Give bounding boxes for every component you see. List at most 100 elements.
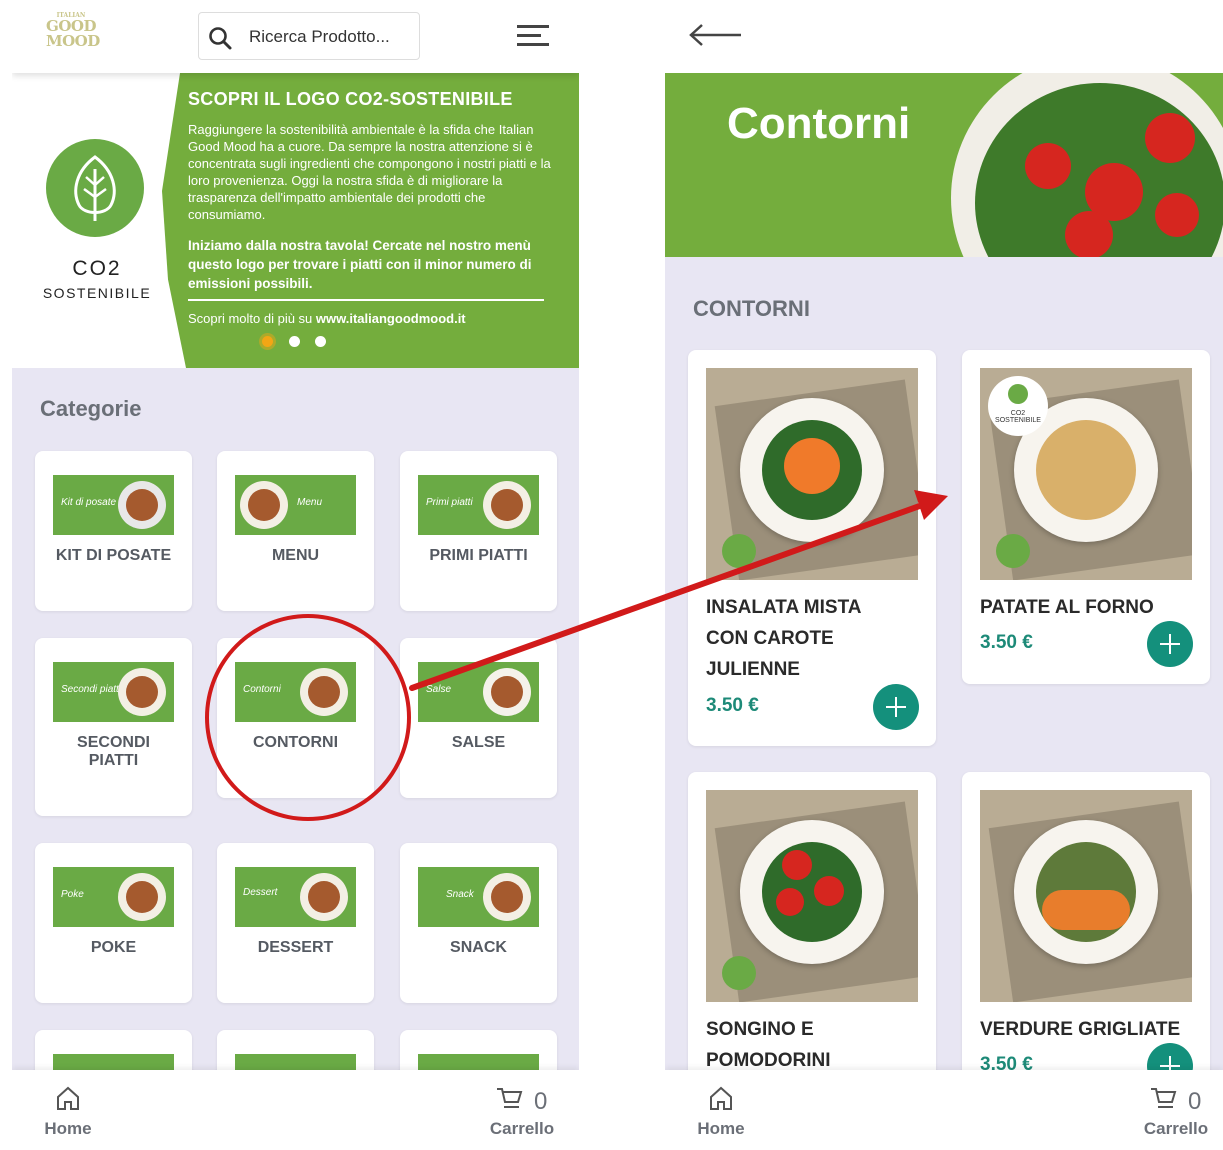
product-image	[706, 790, 918, 1002]
search-input[interactable]	[249, 25, 414, 49]
carousel-dot-2[interactable]	[289, 336, 300, 347]
category-thumbnail: Contorni	[235, 662, 356, 722]
add-to-cart-button[interactable]	[1147, 621, 1193, 667]
add-to-cart-button[interactable]	[873, 684, 919, 730]
nav-cart-label: Carrello	[489, 1119, 555, 1138]
product-image-food	[762, 842, 862, 942]
thumbnail-image	[300, 668, 348, 716]
category-thumbnail: Snack	[418, 867, 539, 927]
category-label: DESSERT	[257, 939, 334, 956]
brand-logo[interactable]: ITALIAN GOOD MOOD	[46, 12, 100, 58]
thumbnail-text: Menu	[297, 497, 323, 508]
category-hero-banner: Contorni	[665, 73, 1223, 257]
co2-sustainable-badge: CO2 SOSTENIBILE	[988, 376, 1048, 436]
leaf-badge	[46, 139, 144, 237]
category-contorni[interactable]: Contorni CONTORNI	[217, 638, 374, 798]
product-image-carrots	[784, 438, 840, 494]
tomato	[782, 850, 812, 880]
nav-cart-label: Carrello	[1143, 1119, 1209, 1138]
thumbnail-image	[483, 668, 531, 716]
carousel-dot-3[interactable]	[315, 336, 326, 347]
category-kit-di-posate[interactable]: Kit di posate KIT DI POSATE	[35, 451, 192, 611]
category-label: MENU	[271, 547, 320, 564]
product-image: CO2 SOSTENIBILE	[980, 368, 1192, 580]
bottom-nav: Home Carrello 0	[665, 1070, 1223, 1150]
product-image	[706, 368, 918, 580]
category-secondi-piatti[interactable]: Secondi piatti SECONDI PIATTI	[35, 638, 192, 816]
back-arrow-icon[interactable]	[687, 20, 743, 50]
product-image-peppers	[1042, 890, 1130, 930]
category-thumbnail: Primi piatti	[418, 475, 539, 535]
thumbnail-text: Dessert	[243, 887, 278, 898]
category-label: POKE	[90, 939, 137, 956]
brand-badge	[996, 534, 1030, 568]
category-label: SNACK	[450, 939, 507, 956]
category-dessert[interactable]: Dessert DESSERT	[217, 843, 374, 1003]
product-price: 3.50 €	[706, 695, 759, 716]
tomato	[814, 876, 844, 906]
thumbnail-text: Primi piatti	[426, 497, 473, 508]
category-thumbnail: Salse	[418, 662, 539, 722]
thumbnail-text: Poke	[61, 889, 84, 900]
thumbnail-image	[483, 873, 531, 921]
product-image-food	[1036, 420, 1136, 520]
cart-count: 0	[534, 1088, 548, 1115]
category-menu[interactable]: Menu MENU	[217, 451, 374, 611]
product-card-insalata-mista[interactable]: INSALATA MISTA CON CAROTE JULIENNE 3.50 …	[688, 350, 936, 746]
category-thumbnail: Poke	[53, 867, 174, 927]
brand-badge	[722, 956, 756, 990]
product-card-patate-al-forno[interactable]: CO2 SOSTENIBILE PATATE AL FORNO 3.50 €	[962, 350, 1210, 684]
product-price: 3.50 €	[980, 632, 1033, 653]
hero-tomato	[1025, 143, 1071, 189]
nav-home-label: Home	[44, 1119, 92, 1138]
banner-footer-prefix: Scopri molto di più su	[188, 311, 313, 326]
category-salse[interactable]: Salse SALSE	[400, 638, 557, 798]
cart-count: 0	[1188, 1088, 1202, 1115]
thumbnail-image	[300, 873, 348, 921]
cart-icon	[497, 1088, 523, 1108]
product-name: INSALATA MISTA CON CAROTE JULIENNE	[706, 597, 861, 680]
banner-paragraph-1: Raggiungere la sostenibilità ambientale …	[188, 122, 551, 222]
carousel-dots	[258, 333, 348, 351]
search-icon[interactable]	[207, 25, 233, 51]
banner-footer-link[interactable]: www.italiangoodmood.it	[316, 311, 466, 326]
contorni-screen: Contorni CONTORNI INSALATA MISTA CON CAR…	[665, 0, 1223, 1150]
products-section-title: CONTORNI	[693, 296, 810, 321]
carousel-dot-1[interactable]	[262, 336, 273, 347]
brand-badge	[722, 534, 756, 568]
category-label: KIT DI POSATE	[55, 547, 172, 564]
bottom-nav: Home Carrello 0	[12, 1070, 579, 1150]
thumbnail-image	[118, 481, 166, 529]
home-icon	[710, 1086, 732, 1110]
product-card-verdure-grigliate[interactable]: VERDURE GRIGLIATE 3.50 €	[962, 772, 1210, 1102]
category-poke[interactable]: Poke POKE	[35, 843, 192, 1003]
nav-home[interactable]: Home	[691, 1084, 751, 1139]
product-name: SONGINO E POMODORINI	[706, 1019, 831, 1071]
banner-footer: Scopri molto di più su www.italiangoodmo…	[188, 311, 466, 326]
tomato	[776, 888, 804, 916]
nav-home[interactable]: Home	[38, 1084, 98, 1139]
co2-banner[interactable]: CO2 SOSTENIBILE SCOPRI IL LOGO CO2-SOSTE…	[12, 73, 579, 368]
categories-title: Categorie	[40, 396, 142, 421]
banner-paragraph-2: Iniziamo dalla nostra tavola! Cercate ne…	[188, 238, 532, 291]
home-icon	[57, 1086, 79, 1110]
co2-badge-text: CO2 SOSTENIBILE	[995, 410, 1041, 424]
category-primi-piatti[interactable]: Primi piatti PRIMI PIATTI	[400, 451, 557, 611]
thumbnail-image	[118, 668, 166, 716]
categories-screen: ITALIAN GOOD MOOD Ricerca Prodotto... CO…	[12, 0, 579, 1150]
banner-heading: SCOPRI IL LOGO CO2-SOSTENIBILE	[188, 89, 513, 109]
thumbnail-image	[240, 481, 288, 529]
category-snack[interactable]: Snack SNACK	[400, 843, 557, 1003]
thumbnail-text: Kit di posate	[61, 497, 117, 508]
category-thumbnail: Menu	[235, 475, 356, 535]
hamburger-menu-icon[interactable]	[515, 24, 551, 48]
banner-text-panel: SCOPRI IL LOGO CO2-SOSTENIBILE Raggiunge…	[162, 73, 579, 368]
top-bar	[665, 0, 1223, 73]
product-card-songino-e-pomodorini[interactable]: SONGINO E POMODORINI	[688, 772, 936, 1102]
product-name: VERDURE GRIGLIATE	[980, 1019, 1181, 1040]
leaf-icon	[74, 155, 116, 221]
hero-tomato	[1145, 113, 1195, 163]
co2-subtitle: SOSTENIBILE	[42, 285, 152, 301]
category-thumbnail: Secondi piatti	[53, 662, 174, 722]
category-thumbnail: Kit di posate	[53, 475, 174, 535]
